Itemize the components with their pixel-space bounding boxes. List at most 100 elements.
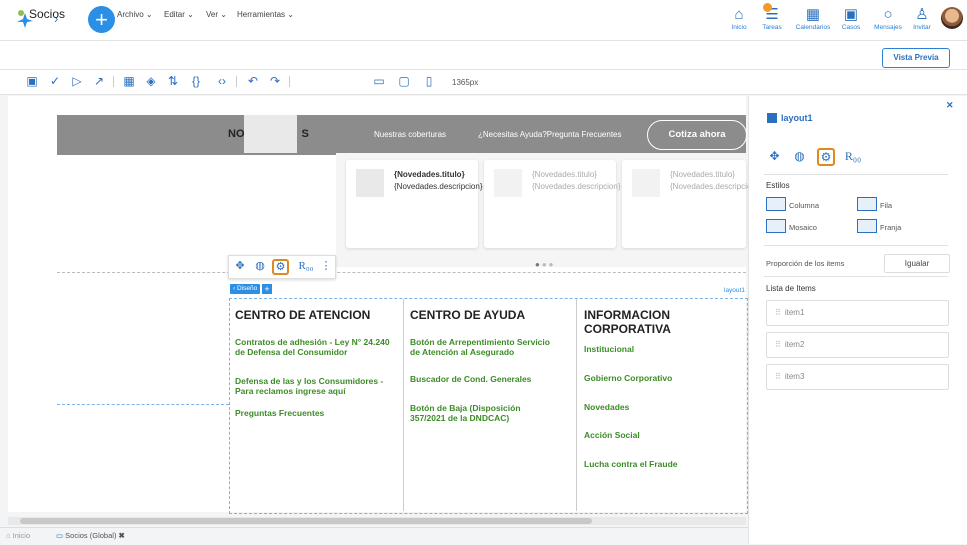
cotiza-button[interactable]: Cotiza ahora [647,120,747,150]
sort-icon[interactable]: ⇅ [165,73,181,89]
column-title: CENTRO DE AYUDA [410,308,526,322]
home-icon: ⌂ [734,6,744,23]
move-icon[interactable]: ✥ [766,148,783,165]
settings-icon[interactable]: ⚙ [817,148,835,166]
tab-inicio[interactable]: ⌂ Inicio [6,531,30,540]
footer-link[interactable]: Acción Social [584,430,640,441]
nav-mensajes[interactable]: ○ Mensajes [870,4,906,38]
style-mosaico[interactable]: Mosaico [766,219,817,233]
nav-casos[interactable]: ▣ Casos [838,4,864,38]
calendar-icon: ▦ [805,6,821,23]
list-item[interactable]: ⠿ item3 [766,364,949,390]
drag-handle-icon[interactable]: ⠿ [775,308,781,317]
drag-handle-icon[interactable]: ⠿ [775,372,781,381]
proportion-label: Proporción de los items [766,259,845,268]
panel-divider [764,245,948,246]
home-icon: ⌂ [6,531,13,540]
components-icon[interactable]: ▦ [121,73,137,89]
new-button[interactable]: + [88,6,115,33]
strip-layout-icon [857,219,877,233]
card-description: {Novedades.descripcion} [670,182,759,191]
avatar[interactable] [941,7,963,29]
tab-socios[interactable]: ▭ Socios (Global) ✖ [56,531,125,540]
estilos-label: Estilos [766,181,790,190]
tablet-view-icon[interactable]: ▢ [396,73,412,89]
list-item[interactable]: ⠿ item1 [766,300,949,326]
footer-column[interactable]: CENTRO DE AYUDA Botón de Arrepentimiento… [403,299,576,511]
undo-icon[interactable]: ↶ [245,73,261,89]
palette-icon[interactable]: ◍ [252,259,268,274]
nav-calendarios[interactable]: ▦ Calendarios [790,4,836,38]
igualar-button[interactable]: Igualar [884,254,950,273]
braces-icon[interactable]: {} [188,73,204,89]
diseno-chip[interactable]: ‹ Diseño [230,284,261,294]
style-franja[interactable]: Franja [857,219,901,233]
footer-link[interactable]: Defensa de las y los Consumidores - Para… [235,376,400,396]
publish-icon[interactable]: ↗ [91,73,107,89]
footer-link[interactable]: Institucional [584,344,634,355]
layout-name-label: layout1 [724,287,745,294]
check-icon[interactable]: ✓ [47,73,63,89]
news-card[interactable]: {Novedades.titulo} {Novedades.descripcio… [346,160,483,248]
card-title: {Novedades.titulo} [670,170,735,179]
footer-link[interactable]: Gobierno Corporativo [584,373,672,384]
menu-herramientas[interactable]: Herramientas ⌄ [237,10,294,19]
close-icon[interactable]: ✖ [119,531,125,540]
list-item[interactable]: ⠿ item2 [766,332,949,358]
redo-icon[interactable]: ↷ [267,73,283,89]
responsive-icon[interactable]: R₀₀ [842,148,864,165]
menu-bar [0,41,967,70]
desktop-view-icon[interactable]: ▭ [371,73,387,89]
column-title: INFORMACION CORPORATIVA [584,308,671,336]
footer-link[interactable]: Botón de Arrepentimiento Servicio de Ate… [410,337,560,357]
move-icon[interactable]: ✥ [232,259,248,274]
column-title: CENTRO DE ATENCION [235,308,371,322]
nav-invitar[interactable]: ♙ Invitar [908,4,936,38]
settings-icon[interactable]: ⚙ [272,259,289,275]
layers-icon[interactable]: ◈ [143,73,159,89]
play-icon[interactable]: ▷ [69,73,85,89]
style-columna[interactable]: Columna [766,197,819,211]
palette-icon[interactable]: ◍ [791,148,808,165]
scrollbar-thumb[interactable] [20,518,592,524]
row-layout-icon [857,197,877,211]
toolbar-divider [113,76,114,87]
toolbar-divider [236,76,237,87]
canvas-width: 1365px [452,78,479,87]
footer-column[interactable]: CENTRO DE ATENCION Contratos de adhesión… [229,299,403,511]
close-icon[interactable]: ✕ [946,100,954,111]
news-card[interactable]: {Novedades.titulo} {Novedades.descripcio… [484,160,621,248]
nav-tareas[interactable]: ☰ Tareas [758,4,786,38]
card-image-placeholder [632,169,660,197]
site-link-ayuda[interactable]: ¿Necesitas Ayuda?Pregunta Frecuentes [478,130,622,139]
card-image-placeholder [356,169,384,197]
more-icon[interactable]: ⋮ [318,259,334,274]
carousel-dots[interactable]: ●●● [535,260,556,269]
news-card[interactable]: {Novedades.titulo} {Novedades.descripcio… [622,160,759,248]
style-fila[interactable]: Fila [857,197,892,211]
footer-column[interactable]: INFORMACION CORPORATIVA Institucional Go… [576,299,747,511]
drag-handle-icon[interactable]: ⠿ [775,340,781,349]
code-icon[interactable]: ‹› [214,73,230,89]
image-placeholder[interactable] [244,115,297,153]
nav-inicio[interactable]: ⌂ Inicio [725,4,753,38]
site-link-coberturas[interactable]: Nuestras coberturas [374,130,446,139]
footer-link[interactable]: Contratos de adhesión - Ley N° 24.240 de… [235,337,395,357]
footer-link[interactable]: Buscador de Cond. Generales [410,374,570,385]
menu-ver[interactable]: Ver ⌄ [206,10,227,19]
save-icon[interactable]: ▣ [24,73,40,89]
menu-archivo[interactable]: Archivo ⌄ [117,10,153,19]
footer-link[interactable]: Botón de Baja (Disposición 357/2021 de l… [410,403,550,423]
footer-link[interactable]: Preguntas Frecuentes [235,408,395,419]
panel-divider [764,276,948,277]
card-title: {Novedades.titulo} [394,170,465,179]
add-button[interactable]: + [262,284,272,294]
app-name: Socios [18,7,65,21]
footer-link[interactable]: Novedades [584,402,629,413]
mobile-view-icon[interactable]: ▯ [421,73,437,89]
preview-button[interactable]: Vista Previa [882,48,950,68]
footer-link[interactable]: Lucha contra el Fraude [584,459,678,470]
menu-editar[interactable]: Editar ⌄ [164,10,194,19]
responsive-icon[interactable]: R₀₀ [296,259,316,274]
toolbar-divider [289,76,290,87]
